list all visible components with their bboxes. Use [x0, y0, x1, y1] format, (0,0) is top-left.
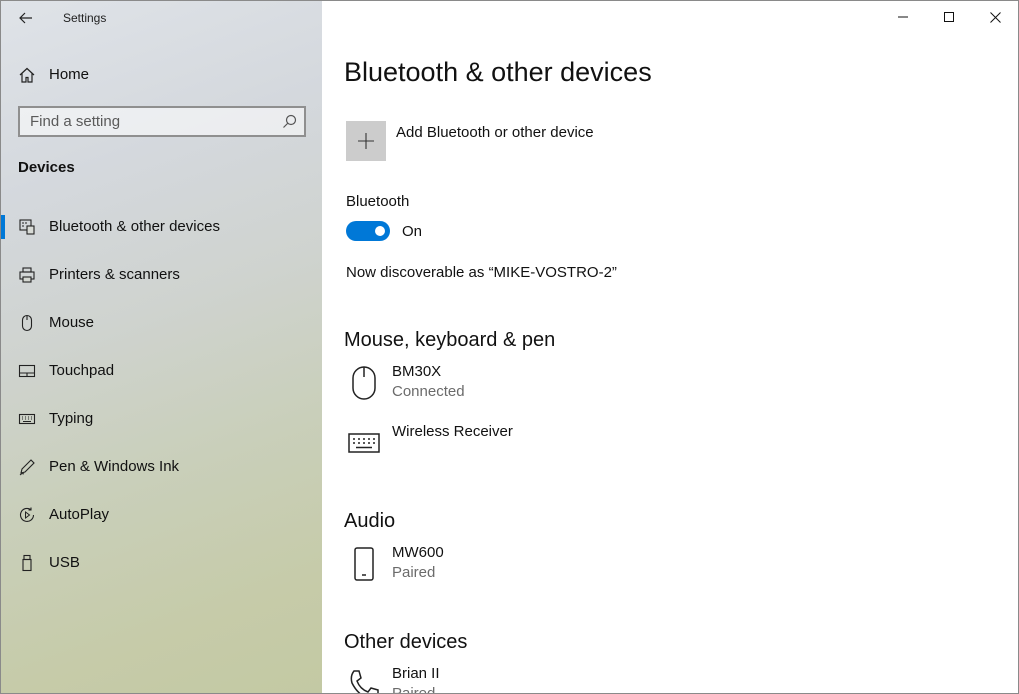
sidebar-nav: Bluetooth & other devices Printers & sca…: [1, 206, 322, 590]
sidebar-item-label: Touchpad: [49, 362, 115, 379]
device-bm30x[interactable]: BM30X Connected: [344, 363, 744, 411]
app-title: Settings: [63, 11, 107, 25]
sidebar-item-label: Typing: [49, 410, 94, 427]
group-title-audio: Audio: [344, 510, 396, 532]
printer-icon: [19, 267, 35, 283]
autoplay-icon: [19, 507, 35, 522]
mouse-icon: [21, 314, 33, 332]
toggle-knob: [375, 226, 385, 236]
mouse-icon: [352, 366, 376, 400]
search-icon: [283, 114, 297, 128]
search-input[interactable]: [20, 108, 270, 135]
sidebar-item-label: AutoPlay: [49, 506, 110, 523]
device-wireless-receiver[interactable]: Wireless Receiver: [344, 423, 744, 471]
keyboard-icon: [348, 433, 380, 453]
device-icon: [344, 665, 384, 693]
bluetooth-label: Bluetooth: [346, 193, 410, 210]
group-title-other: Other devices: [344, 631, 468, 653]
back-arrow-icon: [19, 12, 32, 24]
device-status: Paired: [392, 685, 436, 694]
sidebar-item-usb[interactable]: USB: [1, 542, 322, 590]
sidebar-item-label: Bluetooth & other devices: [49, 218, 220, 235]
page-title: Bluetooth & other devices: [344, 57, 652, 87]
sidebar-item-label: Printers & scanners: [49, 266, 180, 283]
main-content: Bluetooth & other devices Add Bluetooth …: [322, 1, 1018, 694]
sidebar-item-touchpad[interactable]: Touchpad: [1, 350, 322, 398]
search-box[interactable]: [18, 106, 306, 137]
sidebar-item-printers[interactable]: Printers & scanners: [1, 254, 322, 302]
home-label: Home: [49, 66, 90, 83]
minimize-icon: [898, 16, 908, 18]
sidebar-item-pen[interactable]: Pen & Windows Ink: [1, 446, 322, 494]
device-brian-ii[interactable]: Brian II Paired: [344, 665, 744, 694]
bluetooth-toggle[interactable]: [346, 221, 390, 241]
touchpad-icon: [18, 364, 36, 378]
phone-icon: [354, 547, 374, 581]
keyboard-icon: [18, 413, 36, 425]
device-name: BM30X: [392, 363, 442, 380]
plus-icon: [358, 133, 374, 149]
sidebar-item-typing[interactable]: Typing: [1, 398, 322, 446]
device-icon: [344, 363, 384, 403]
section-label-devices: Devices: [18, 159, 75, 176]
bluetooth-toggle-state: On: [402, 223, 423, 240]
device-name: Brian II: [392, 665, 440, 682]
close-icon: [989, 11, 1001, 23]
add-box: [346, 121, 386, 161]
sidebar: Settings Home Devices Blueto: [1, 1, 322, 693]
settings-window: Settings Home Devices Blueto: [0, 0, 1019, 694]
device-name: MW600: [392, 544, 444, 561]
minimize-button[interactable]: [880, 1, 926, 33]
maximize-icon: [944, 12, 954, 22]
sidebar-item-autoplay[interactable]: AutoPlay: [1, 494, 322, 542]
device-status: Paired: [392, 564, 436, 581]
maximize-button[interactable]: [926, 1, 972, 33]
device-icon: [344, 544, 384, 584]
back-button[interactable]: [13, 7, 39, 29]
title-bar: Settings: [1, 1, 322, 35]
device-icon: [344, 423, 384, 463]
sidebar-item-label: Mouse: [49, 314, 95, 331]
device-mw600[interactable]: MW600 Paired: [344, 544, 744, 592]
sidebar-item-label: USB: [49, 554, 80, 571]
bluetooth-devices-icon: [19, 219, 35, 235]
usb-icon: [22, 554, 32, 572]
window-controls: [880, 1, 1018, 33]
device-status: Connected: [392, 383, 465, 400]
handset-icon: [350, 670, 379, 693]
sidebar-item-bluetooth[interactable]: Bluetooth & other devices: [1, 206, 322, 254]
group-title-input: Mouse, keyboard & pen: [344, 329, 556, 351]
sidebar-item-mouse[interactable]: Mouse: [1, 302, 322, 350]
sidebar-item-label: Pen & Windows Ink: [49, 458, 180, 475]
home-icon: [19, 67, 35, 83]
add-device-button[interactable]: Add Bluetooth or other device: [346, 121, 594, 161]
sidebar-home[interactable]: Home: [1, 59, 322, 91]
discoverable-text: Now discoverable as “MIKE-VOSTRO-2”: [346, 264, 617, 281]
device-name: Wireless Receiver: [392, 423, 513, 440]
add-device-label: Add Bluetooth or other device: [396, 124, 594, 141]
close-button[interactable]: [972, 1, 1018, 33]
pen-icon: [19, 459, 35, 476]
